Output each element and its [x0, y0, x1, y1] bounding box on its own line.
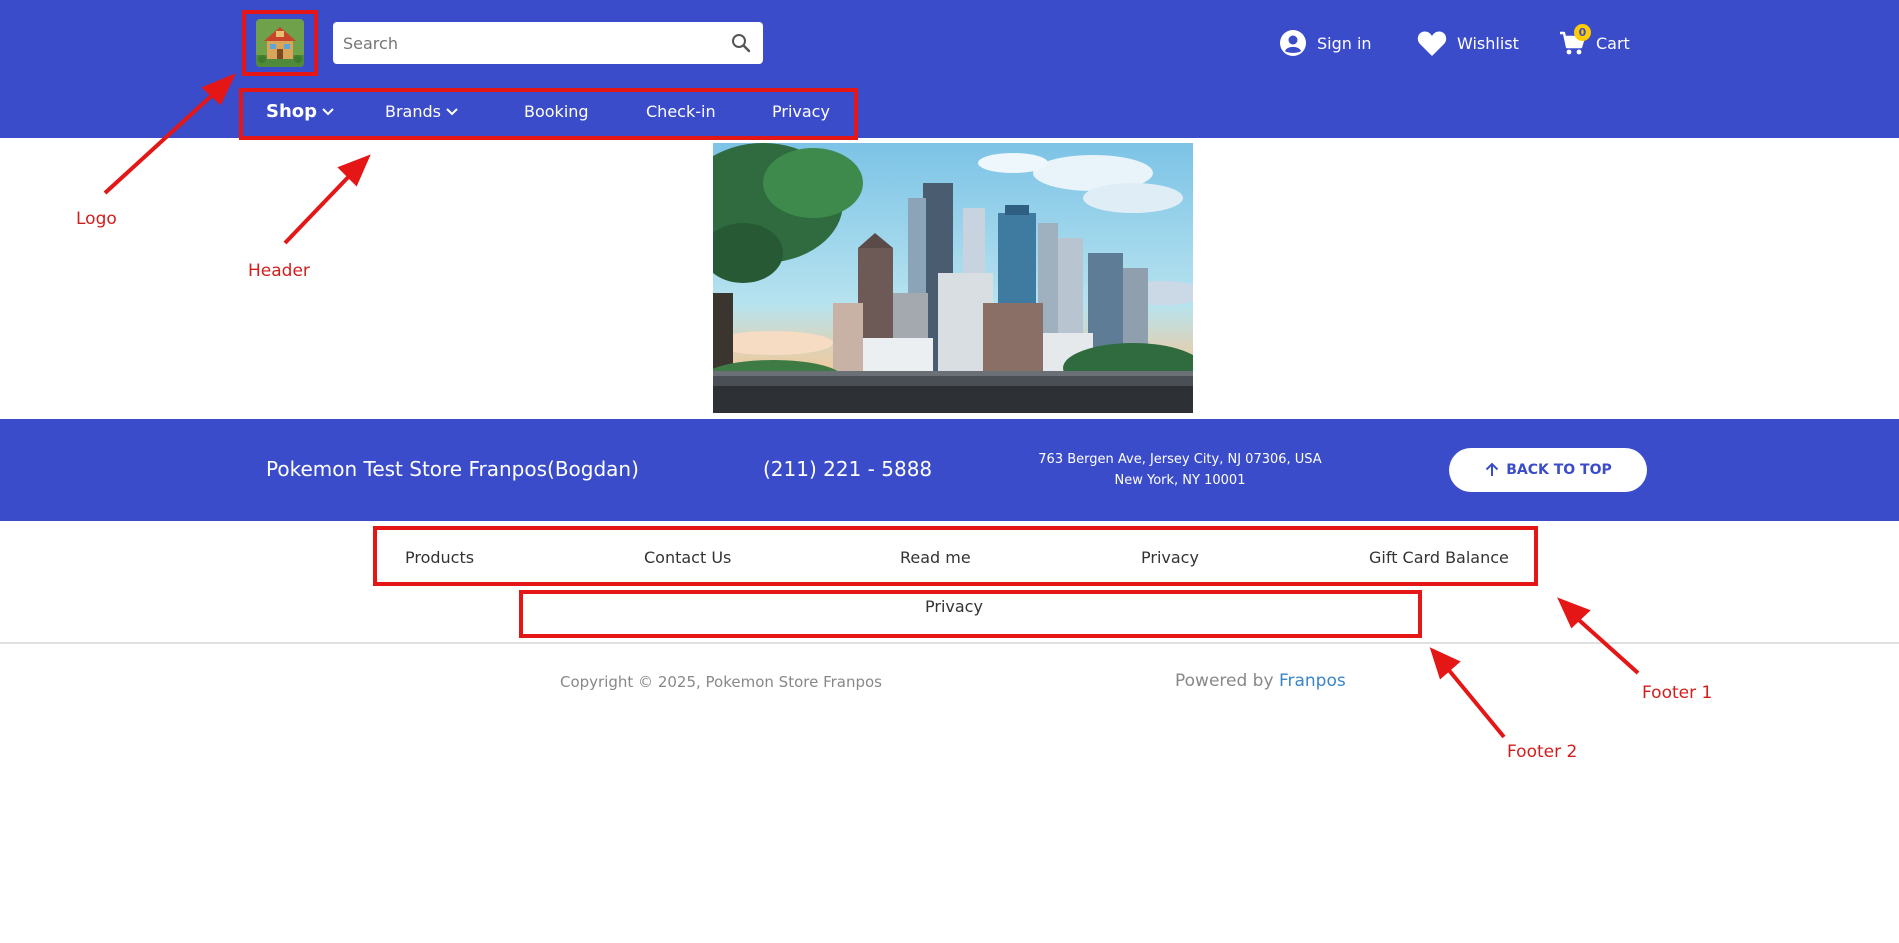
header-arrow [283, 168, 357, 245]
footer2-annotation-label: Footer 2 [1507, 742, 1578, 762]
footer1-annotation-label: Footer 1 [1642, 683, 1713, 703]
footer2-arrow-head [1429, 647, 1461, 680]
page: Sign in Wishlist 0 Cart Shop [0, 0, 1899, 943]
annotation-arrows [103, 73, 1640, 739]
logo-arrow [103, 86, 222, 195]
footer1-arrow [1568, 610, 1640, 675]
header-annotation-label: Header [248, 261, 310, 281]
logo-annotation-label: Logo [76, 209, 117, 229]
footer2-arrow [1441, 661, 1506, 739]
